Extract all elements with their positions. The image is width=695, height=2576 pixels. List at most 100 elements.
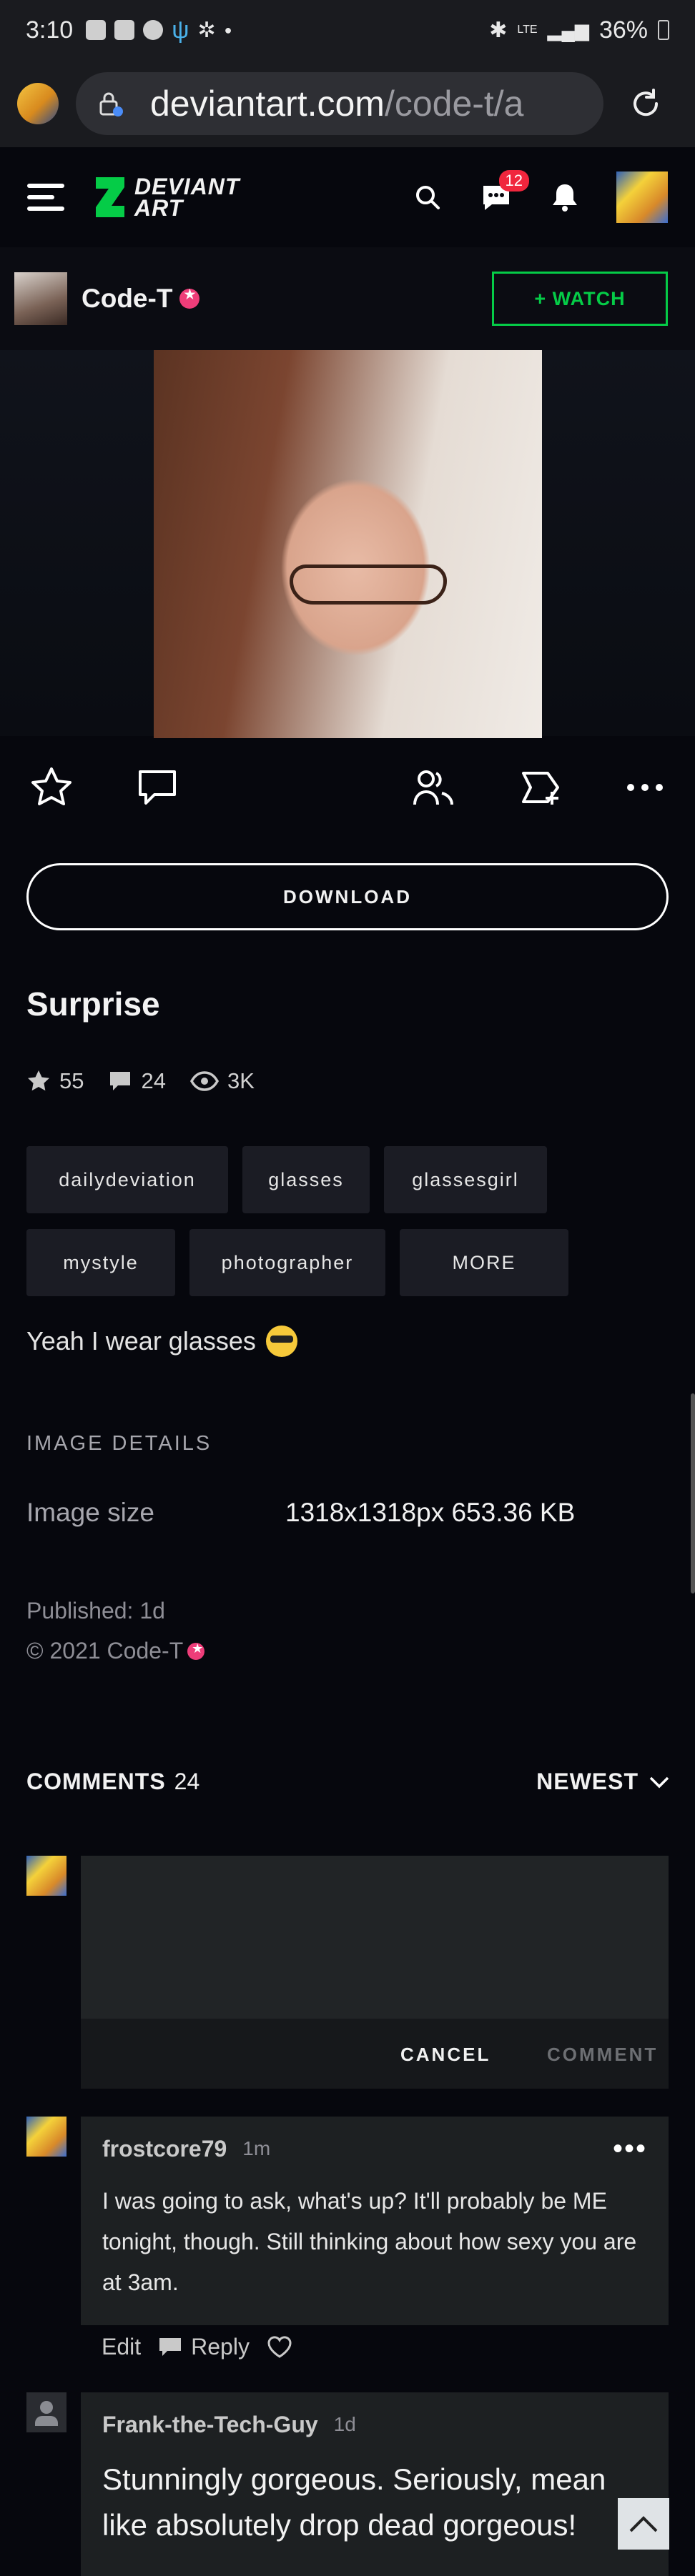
author-name-link[interactable]: Code-T (82, 284, 200, 314)
network-label: LTE (517, 24, 538, 36)
usb-icon: ψ (172, 16, 189, 44)
heart-icon[interactable] (267, 2335, 292, 2359)
author-bar: Code-T + WATCH (0, 247, 695, 350)
copyright-text: © 2021 Code-T (26, 1638, 184, 1664)
tag-dailydeviation[interactable]: dailydeviation (26, 1146, 228, 1213)
edit-comment-button[interactable]: Edit (102, 2334, 141, 2360)
status-time: 3:10 (26, 16, 74, 44)
default-avatar-icon[interactable] (26, 2392, 66, 2432)
chevron-up-icon (629, 2516, 658, 2532)
bell-icon (553, 184, 577, 212)
sort-value: NEWEST (536, 1769, 639, 1794)
star-icon (28, 1070, 49, 1091)
messages-button[interactable]: 12 (479, 170, 529, 214)
core-member-badge-icon (179, 287, 200, 309)
dot-icon: ● (224, 22, 232, 37)
artwork-image[interactable] (154, 350, 542, 738)
youtube-icon (114, 20, 135, 40)
comment-text: I was going to ask, what's up? It'll pro… (102, 2188, 637, 2295)
tag-photographer[interactable]: photographer (189, 1229, 385, 1296)
reply-label: Reply (191, 2334, 250, 2359)
menu-icon[interactable] (27, 184, 64, 211)
submit-comment-button[interactable]: COMMENT (547, 2044, 658, 2066)
comment-count-icon (110, 1072, 131, 1090)
core-member-badge-icon (187, 1641, 207, 1660)
logo-line-2: ART (134, 195, 184, 221)
favourite-star-icon[interactable] (29, 765, 74, 810)
battery-icon (658, 20, 669, 40)
comments-stat[interactable]: 24 (108, 1068, 166, 1094)
comment-username[interactable]: frostcore79 (102, 2136, 227, 2162)
reply-icon (159, 2337, 182, 2356)
favourites-count: 55 (59, 1068, 84, 1093)
url-field[interactable]: deviantart.com/code-t/a (76, 72, 603, 135)
comments-label: COMMENTS (26, 1769, 166, 1794)
deviation-actions (0, 757, 695, 822)
author-avatar[interactable] (14, 272, 67, 325)
logo-line-1: DEVIANT (134, 174, 240, 199)
search-button[interactable] (410, 180, 445, 214)
tag-glassesgirl[interactable]: glassesgirl (384, 1146, 547, 1213)
image-size-label: Image size (26, 1498, 154, 1527)
battery-level: 36% (598, 16, 648, 44)
site-header: DEVIANT ART 12 (0, 147, 695, 247)
comment-actions: Edit Reply (102, 2334, 292, 2360)
deviantart-logo-icon (96, 177, 124, 217)
comment-input[interactable] (81, 1856, 669, 2019)
comment-timestamp: 1d (333, 2413, 356, 2435)
comment-author-avatar[interactable] (26, 2117, 66, 2157)
sunglasses-emoji-icon (265, 1326, 297, 1357)
bluetooth-icon: ✱ (489, 18, 508, 42)
commenter-avatar[interactable] (26, 1856, 66, 1896)
author-name: Code-T (82, 284, 173, 313)
deviantart-logo[interactable]: DEVIANT ART (93, 174, 240, 221)
browser-profile-avatar[interactable] (17, 83, 59, 124)
deviation-stats: 55 24 3K (26, 1068, 255, 1094)
scroll-to-top-button[interactable] (618, 2498, 669, 2550)
share-users-icon[interactable] (410, 765, 456, 810)
notification-count-badge: 12 (498, 170, 529, 192)
tag-list: dailydeviation glasses glassesgirl mysty… (26, 1146, 670, 1296)
watch-button[interactable]: + WATCH (492, 272, 668, 326)
comment-sort-dropdown[interactable]: NEWEST (536, 1769, 670, 1795)
comments-count: 24 (141, 1068, 166, 1093)
chevron-down-icon (649, 1776, 669, 1788)
signal-icon: ▂▄▆ (547, 19, 589, 41)
favourites-stat[interactable]: 55 (26, 1068, 84, 1094)
more-tags-button[interactable]: MORE (400, 1229, 568, 1296)
tag-glasses[interactable]: glasses (242, 1146, 370, 1213)
tag-mystyle[interactable]: mystyle (26, 1229, 175, 1296)
app-icon (143, 20, 164, 40)
add-to-collection-icon[interactable] (518, 765, 563, 810)
reload-icon[interactable] (628, 86, 664, 121)
logo-wordmark: DEVIANT ART (134, 174, 240, 221)
image-details-heading: IMAGE DETAILS (26, 1432, 212, 1455)
comments-header: COMMENTS 24 NEWEST (26, 1769, 670, 1795)
comment-icon[interactable] (134, 765, 180, 810)
comment-item: frostcore79 1m ••• I was going to ask, w… (81, 2117, 669, 2325)
deviation-title: Surprise (26, 985, 160, 1023)
status-bar: 3:10 ψ ✲ ● ✱ LTE ▂▄▆ 36% (0, 0, 695, 60)
deviation-description: Yeah I wear glasses (26, 1326, 297, 1357)
gmail-icon (86, 20, 107, 40)
notifications-button[interactable] (548, 180, 582, 214)
more-options-icon[interactable] (622, 765, 668, 810)
browser-toolbar: deviantart.com/code-t/a (0, 60, 695, 147)
comment-more-icon[interactable]: ••• (613, 2133, 647, 2165)
image-size-row: Image size 1318x1318px 653.36 KB (26, 1498, 670, 1528)
url-domain: deviantart.com (150, 84, 385, 124)
status-notification-icons: ψ ✲ ● (86, 16, 232, 44)
search-icon (416, 186, 440, 209)
download-button[interactable]: DOWNLOAD (26, 863, 669, 930)
comment-username[interactable]: Frank-the-Tech-Guy (102, 2412, 318, 2438)
url-path: /code-t/a (384, 84, 524, 124)
page-scrollbar[interactable] (691, 1393, 695, 1593)
lock-icon[interactable] (96, 89, 124, 118)
user-avatar[interactable] (616, 171, 668, 223)
eye-icon (189, 1071, 219, 1091)
comments-total: 24 (174, 1769, 200, 1794)
reply-button[interactable]: Reply (158, 2334, 250, 2360)
comment-timestamp: 1m (242, 2137, 271, 2159)
views-count: 3K (227, 1068, 255, 1093)
cancel-button[interactable]: CANCEL (400, 2044, 491, 2066)
